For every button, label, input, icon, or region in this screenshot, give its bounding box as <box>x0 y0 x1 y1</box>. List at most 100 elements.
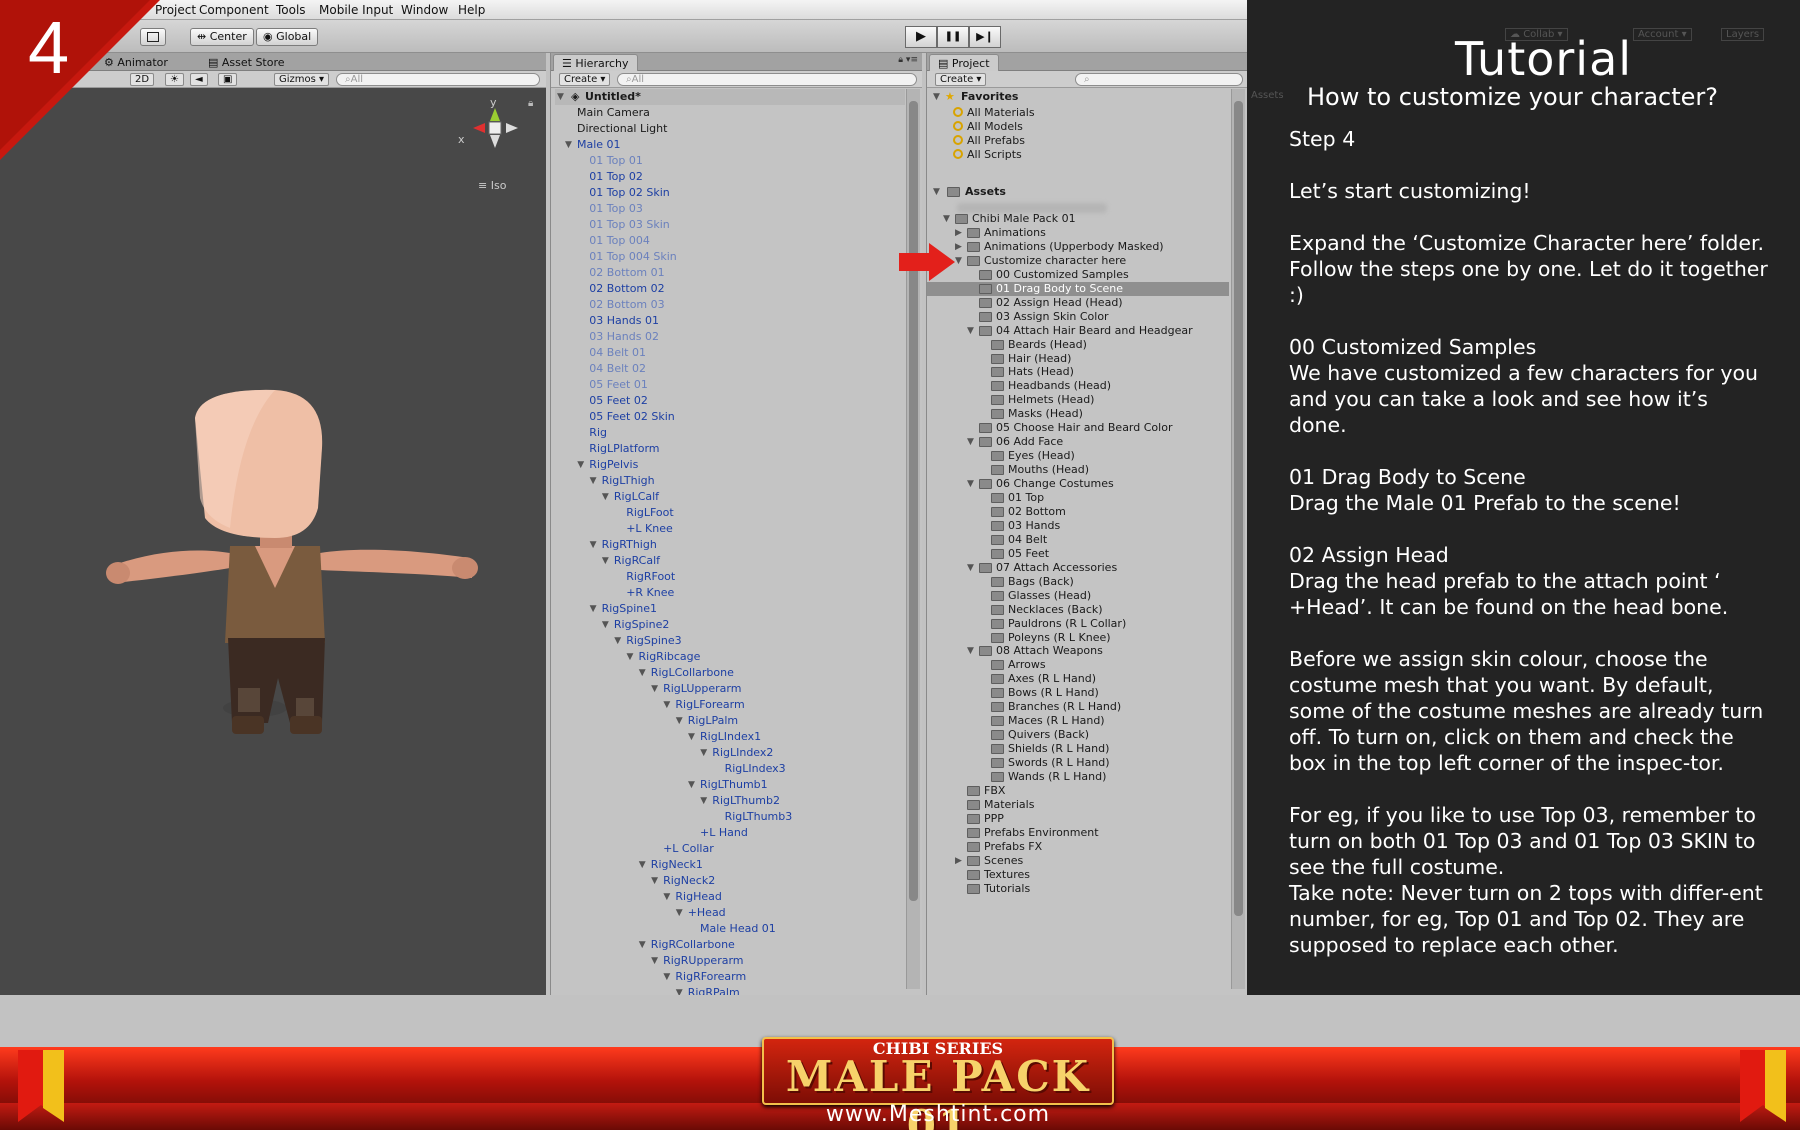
project-row[interactable]: FBX <box>927 784 1229 798</box>
play-button[interactable]: ▶ <box>905 26 937 48</box>
expand-arrow-icon[interactable]: ▼ <box>590 601 597 617</box>
hierarchy-row[interactable]: ▼ RigLThumb1 <box>555 777 905 793</box>
global-button[interactable]: ◉ Global <box>256 28 319 46</box>
hierarchy-row[interactable]: +L Knee <box>555 521 905 537</box>
iso-label[interactable]: ≡ Iso <box>478 179 506 192</box>
hierarchy-row[interactable]: ▼ RigRUpperarm <box>555 953 905 969</box>
project-row[interactable]: Swords (R L Hand) <box>927 756 1229 770</box>
hierarchy-row[interactable]: 02 Bottom 03 <box>555 297 905 313</box>
project-row[interactable]: Maces (R L Hand) <box>927 714 1229 728</box>
expand-arrow-icon[interactable]: ▼ <box>933 184 940 200</box>
project-scrollbar[interactable] <box>1231 89 1245 989</box>
expand-arrow-icon[interactable]: ▼ <box>565 137 572 153</box>
hierarchy-row[interactable]: ▼ RigLCalf <box>555 489 905 505</box>
project-row[interactable]: Quivers (Back) <box>927 728 1229 742</box>
hierarchy-row[interactable]: ▼ RigLCollarbone <box>555 665 905 681</box>
expand-arrow-icon[interactable]: ▼ <box>651 953 658 969</box>
hierarchy-row[interactable]: ▼ RigRForearm <box>555 969 905 985</box>
expand-arrow-icon[interactable]: ▼ <box>967 644 974 658</box>
gizmos-dropdown[interactable]: Gizmos ▾ <box>274 73 330 86</box>
expand-arrow-icon[interactable]: ▼ <box>955 254 962 268</box>
pause-button[interactable]: ❚❚ <box>937 26 969 48</box>
project-row[interactable]: 05 Feet <box>927 547 1229 561</box>
project-row[interactable]: Helmets (Head) <box>927 393 1229 407</box>
project-row[interactable]: Textures <box>927 868 1229 882</box>
expand-arrow-icon[interactable]: ▶ <box>955 854 962 868</box>
project-row[interactable]: Prefabs FX <box>927 840 1229 854</box>
hierarchy-row[interactable]: 01 Top 004 <box>555 233 905 249</box>
project-row[interactable]: Tutorials <box>927 882 1229 896</box>
scene-root-row[interactable]: ▼ ◈ Untitled* <box>555 89 905 105</box>
menu-component[interactable]: Component <box>199 3 269 17</box>
expand-arrow-icon[interactable]: ▼ <box>676 713 683 729</box>
expand-arrow-icon[interactable]: ▼ <box>639 857 646 873</box>
hierarchy-row[interactable]: ▼ RigSpine3 <box>555 633 905 649</box>
hierarchy-row[interactable]: ▼ RigHead <box>555 889 905 905</box>
project-row[interactable]: ▼ 04 Attach Hair Beard and Headgear <box>927 324 1229 338</box>
expand-arrow-icon[interactable]: ▼ <box>676 905 683 921</box>
project-row[interactable]: 03 Hands <box>927 519 1229 533</box>
hierarchy-row[interactable]: +L Hand <box>555 825 905 841</box>
project-row[interactable]: Beards (Head) <box>927 338 1229 352</box>
hierarchy-row[interactable]: ▼ RigLUpperarm <box>555 681 905 697</box>
expand-arrow-icon[interactable]: ▼ <box>651 873 658 889</box>
hierarchy-row[interactable]: ▼ RigSpine2 <box>555 617 905 633</box>
hierarchy-row[interactable]: Male Head 01 <box>555 921 905 937</box>
project-row[interactable]: ▶ Animations <box>927 226 1229 240</box>
audio-icon[interactable]: ◄ <box>190 73 208 86</box>
expand-arrow-icon[interactable]: ▼ <box>663 969 670 985</box>
expand-arrow-icon[interactable]: ▼ <box>933 89 940 105</box>
project-create-button[interactable]: Create ▾ <box>935 73 987 86</box>
project-scroll-thumb[interactable] <box>1234 101 1243 916</box>
project-row[interactable]: 01 Top <box>927 491 1229 505</box>
expand-arrow-icon[interactable]: ▼ <box>614 633 621 649</box>
expand-arrow-icon[interactable]: ▶ <box>955 240 962 254</box>
expand-arrow-icon[interactable]: ▼ <box>639 665 646 681</box>
project-row[interactable]: Bags (Back) <box>927 575 1229 589</box>
website-link[interactable]: www.Meshtint.com <box>762 1102 1114 1127</box>
hierarchy-row[interactable]: ▼ RigRibcage <box>555 649 905 665</box>
project-row[interactable]: Headbands (Head) <box>927 379 1229 393</box>
project-row[interactable]: 04 Belt <box>927 533 1229 547</box>
hierarchy-row[interactable]: 01 Top 03 Skin <box>555 217 905 233</box>
expand-arrow-icon[interactable]: ▼ <box>688 777 695 793</box>
hierarchy-row[interactable]: RigLPlatform <box>555 441 905 457</box>
hierarchy-row[interactable]: 02 Bottom 01 <box>555 265 905 281</box>
project-row[interactable]: ▼ 07 Attach Accessories <box>927 561 1229 575</box>
project-row[interactable]: 03 Assign Skin Color <box>927 310 1229 324</box>
hierarchy-row[interactable]: 05 Feet 02 Skin <box>555 409 905 425</box>
hierarchy-row[interactable]: 03 Hands 01 <box>555 313 905 329</box>
hierarchy-search-input[interactable]: ⌕All <box>617 73 917 86</box>
hierarchy-row[interactable]: ▼ RigNeck1 <box>555 857 905 873</box>
step-button[interactable]: ▶❙ <box>969 26 1001 48</box>
orientation-gizmo[interactable] <box>440 88 530 178</box>
project-row[interactable]: ▼ Chibi Male Pack 01 <box>927 212 1229 226</box>
hierarchy-create-button[interactable]: Create ▾ <box>559 73 611 86</box>
project-row[interactable]: PPP <box>927 812 1229 826</box>
project-row[interactable]: Pauldrons (R L Collar) <box>927 617 1229 631</box>
hierarchy-row[interactable]: 05 Feet 01 <box>555 377 905 393</box>
hierarchy-row[interactable]: 01 Top 01 <box>555 153 905 169</box>
expand-arrow-icon[interactable]: ▼ <box>602 617 609 633</box>
hierarchy-row[interactable]: ▼ RigRCalf <box>555 553 905 569</box>
hierarchy-row[interactable]: 01 Top 02 Skin <box>555 185 905 201</box>
hierarchy-row[interactable]: ▼ RigRCollarbone <box>555 937 905 953</box>
hierarchy-scrollbar[interactable] <box>906 89 920 989</box>
project-row[interactable]: 02 Assign Head (Head) <box>927 296 1229 310</box>
lock-icon[interactable]: 🔒︎ <box>528 98 533 109</box>
pivot-center-button[interactable]: ⇹ Center <box>190 28 254 46</box>
hierarchy-row[interactable]: 03 Hands 02 <box>555 329 905 345</box>
hierarchy-row[interactable]: ▼ RigPelvis <box>555 457 905 473</box>
expand-arrow-icon[interactable]: ▼ <box>590 473 597 489</box>
project-row[interactable]: Glasses (Head) <box>927 589 1229 603</box>
project-row[interactable]: Masks (Head) <box>927 407 1229 421</box>
project-row[interactable]: Branches (R L Hand) <box>927 700 1229 714</box>
hierarchy-row[interactable]: ▼ RigLPalm <box>555 713 905 729</box>
hierarchy-row[interactable]: RigLIndex3 <box>555 761 905 777</box>
expand-arrow-icon[interactable]: ▼ <box>627 649 634 665</box>
project-row[interactable]: ▼ 06 Change Costumes <box>927 477 1229 491</box>
project-row[interactable]: Materials <box>927 798 1229 812</box>
project-row[interactable]: Poleyns (R L Knee) <box>927 631 1229 645</box>
scene-viewport[interactable]: y x 🔒︎ ≡ Iso <box>0 88 546 995</box>
hierarchy-scroll-thumb[interactable] <box>909 101 918 901</box>
